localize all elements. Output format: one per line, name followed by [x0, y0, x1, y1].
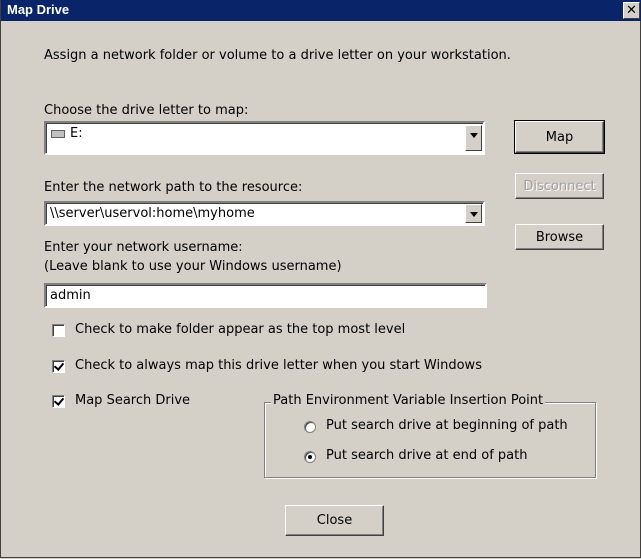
close-button[interactable]: Close	[285, 505, 384, 536]
beginning-radio[interactable]	[304, 421, 316, 433]
window-title: Map Drive	[7, 2, 70, 17]
network-path-input[interactable]: \\server\uservol:home\myhome	[44, 201, 485, 226]
username-label: Enter your network username:	[44, 240, 243, 255]
drive-icon	[51, 130, 65, 138]
username-field[interactable]: admin	[44, 283, 487, 308]
map-button[interactable]: Map	[514, 120, 605, 154]
always-map-checkbox[interactable]	[52, 360, 65, 373]
username-hint: (Leave blank to use your Windows usernam…	[44, 259, 342, 274]
title-bar[interactable]: Map Drive ✕	[1, 0, 641, 21]
disconnect-button[interactable]: Disconnect	[515, 173, 604, 199]
network-path-label: Enter the network path to the resource:	[44, 180, 303, 195]
end-radio[interactable]	[304, 451, 316, 463]
browse-button[interactable]: Browse	[515, 224, 604, 250]
drive-letter-label: Choose the drive letter to map:	[44, 103, 249, 118]
chevron-down-icon[interactable]	[465, 204, 482, 223]
top-level-checkbox[interactable]	[52, 324, 65, 337]
map-search-drive-label[interactable]: Map Search Drive	[75, 393, 190, 408]
map-drive-dialog: Map Drive ✕ Assign a network folder or v…	[0, 0, 641, 558]
close-icon: ✕	[626, 3, 637, 18]
drive-letter-select[interactable]: E:	[44, 121, 485, 155]
close-window-button[interactable]: ✕	[623, 2, 640, 19]
drive-letter-value: E:	[70, 126, 83, 141]
always-map-label[interactable]: Check to always map this drive letter wh…	[75, 358, 482, 373]
map-search-drive-checkbox[interactable]	[52, 395, 65, 408]
network-path-value: \\server\uservol:home\myhome	[50, 206, 255, 221]
insertion-point-group	[264, 402, 596, 478]
insertion-point-title: Path Environment Variable Insertion Poin…	[271, 393, 546, 408]
top-level-label[interactable]: Check to make folder appear as the top m…	[75, 322, 405, 337]
chevron-down-icon[interactable]	[465, 125, 482, 151]
beginning-label[interactable]: Put search drive at beginning of path	[326, 418, 568, 433]
intro-text: Assign a network folder or volume to a d…	[44, 48, 511, 63]
end-label[interactable]: Put search drive at end of path	[326, 448, 527, 463]
username-value: admin	[50, 288, 91, 303]
